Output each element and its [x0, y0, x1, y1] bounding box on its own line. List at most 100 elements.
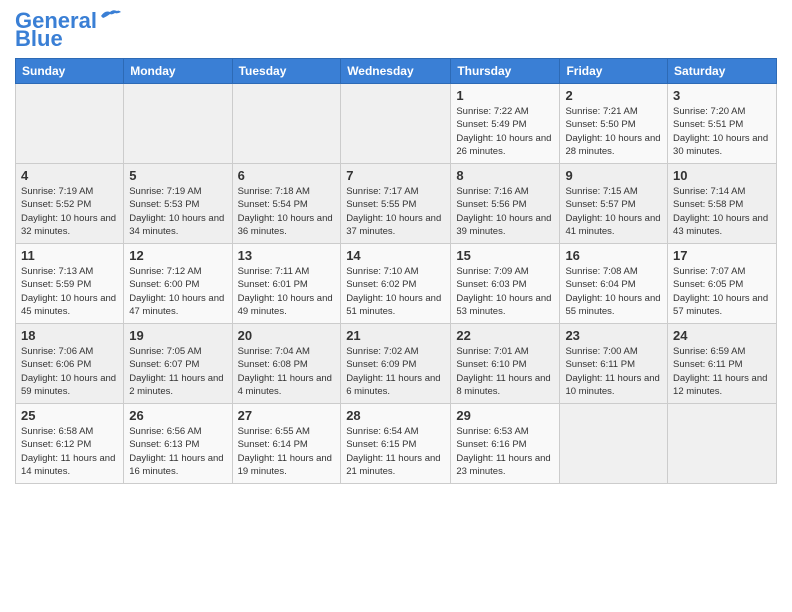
day-number: 22: [456, 328, 554, 343]
calendar-cell: 2 Sunrise: 7:21 AM Sunset: 5:50 PM Daylig…: [560, 84, 668, 164]
calendar-cell: 24Sunrise: 6:59 AM Sunset: 6:11 PM Dayli…: [668, 324, 777, 404]
day-info: Sunrise: 7:05 AM Sunset: 6:07 PM Dayligh…: [129, 345, 226, 398]
calendar-cell: [16, 84, 124, 164]
day-info: Sunrise: 6:55 AM Sunset: 6:14 PM Dayligh…: [238, 425, 336, 478]
day-number: 5: [129, 168, 226, 183]
calendar-cell: 22 Sunrise: 7:01 AM Sunset: 6:10 PM Dayli…: [451, 324, 560, 404]
calendar-cell: 1 Sunrise: 7:22 AM Sunset: 5:49 PM Daylig…: [451, 84, 560, 164]
day-number: 27: [238, 408, 336, 423]
day-info: Sunrise: 7:12 AM Sunset: 6:00 PM Dayligh…: [129, 265, 226, 318]
calendar-cell: 19 Sunrise: 7:05 AM Sunset: 6:07 PM Dayli…: [124, 324, 232, 404]
calendar-table: SundayMondayTuesdayWednesdayThursdayFrid…: [15, 58, 777, 484]
day-number: 12: [129, 248, 226, 263]
calendar-cell: 11 Sunrise: 7:13 AM Sunset: 5:59 PM Dayli…: [16, 244, 124, 324]
day-number: 19: [129, 328, 226, 343]
day-info: Sunrise: 7:09 AM Sunset: 6:03 PM Dayligh…: [456, 265, 554, 318]
calendar-cell: 6 Sunrise: 7:18 AM Sunset: 5:54 PM Daylig…: [232, 164, 341, 244]
logo-blue: Blue: [15, 28, 63, 50]
day-number: 17: [673, 248, 771, 263]
calendar-cell: 5 Sunrise: 7:19 AM Sunset: 5:53 PM Daylig…: [124, 164, 232, 244]
calendar-cell: 15 Sunrise: 7:09 AM Sunset: 6:03 PM Dayli…: [451, 244, 560, 324]
day-info: Sunrise: 7:07 AM Sunset: 6:05 PM Dayligh…: [673, 265, 771, 318]
day-number: 7: [346, 168, 445, 183]
day-number: 2: [565, 88, 662, 103]
dow-header-thursday: Thursday: [451, 59, 560, 84]
day-number: 10: [673, 168, 771, 183]
day-info: Sunrise: 7:19 AM Sunset: 5:53 PM Dayligh…: [129, 185, 226, 238]
calendar-cell: 28 Sunrise: 6:54 AM Sunset: 6:15 PM Dayli…: [341, 404, 451, 484]
day-info: Sunrise: 7:06 AM Sunset: 6:06 PM Dayligh…: [21, 345, 118, 398]
calendar-cell: 7 Sunrise: 7:17 AM Sunset: 5:55 PM Daylig…: [341, 164, 451, 244]
dow-header-wednesday: Wednesday: [341, 59, 451, 84]
day-number: 25: [21, 408, 118, 423]
calendar-cell: [560, 404, 668, 484]
day-number: 1: [456, 88, 554, 103]
day-info: Sunrise: 7:22 AM Sunset: 5:49 PM Dayligh…: [456, 105, 554, 158]
calendar-cell: 10 Sunrise: 7:14 AM Sunset: 5:58 PM Dayli…: [668, 164, 777, 244]
day-number: 15: [456, 248, 554, 263]
calendar-cell: 25 Sunrise: 6:58 AM Sunset: 6:12 PM Dayli…: [16, 404, 124, 484]
day-number: 28: [346, 408, 445, 423]
day-info: Sunrise: 7:01 AM Sunset: 6:10 PM Dayligh…: [456, 345, 554, 398]
dow-header-monday: Monday: [124, 59, 232, 84]
day-info: Sunrise: 7:14 AM Sunset: 5:58 PM Dayligh…: [673, 185, 771, 238]
calendar-cell: 16 Sunrise: 7:08 AM Sunset: 6:04 PM Dayli…: [560, 244, 668, 324]
day-info: Sunrise: 7:13 AM Sunset: 5:59 PM Dayligh…: [21, 265, 118, 318]
calendar-cell: 21Sunrise: 7:02 AM Sunset: 6:09 PM Dayli…: [341, 324, 451, 404]
day-number: 6: [238, 168, 336, 183]
calendar-cell: 20Sunrise: 7:04 AM Sunset: 6:08 PM Dayli…: [232, 324, 341, 404]
day-number: 23: [565, 328, 662, 343]
calendar-cell: [124, 84, 232, 164]
day-number: 8: [456, 168, 554, 183]
page-header: General Blue: [15, 10, 777, 50]
day-info: Sunrise: 7:17 AM Sunset: 5:55 PM Dayligh…: [346, 185, 445, 238]
calendar-cell: 27 Sunrise: 6:55 AM Sunset: 6:14 PM Dayli…: [232, 404, 341, 484]
logo: General Blue: [15, 10, 121, 50]
day-number: 4: [21, 168, 118, 183]
day-info: Sunrise: 7:20 AM Sunset: 5:51 PM Dayligh…: [673, 105, 771, 158]
day-number: 13: [238, 248, 336, 263]
calendar-cell: 3 Sunrise: 7:20 AM Sunset: 5:51 PM Daylig…: [668, 84, 777, 164]
day-number: 18: [21, 328, 118, 343]
day-info: Sunrise: 6:56 AM Sunset: 6:13 PM Dayligh…: [129, 425, 226, 478]
dow-header-saturday: Saturday: [668, 59, 777, 84]
calendar-cell: [232, 84, 341, 164]
dow-header-friday: Friday: [560, 59, 668, 84]
day-info: Sunrise: 6:54 AM Sunset: 6:15 PM Dayligh…: [346, 425, 445, 478]
calendar-cell: 18 Sunrise: 7:06 AM Sunset: 6:06 PM Dayli…: [16, 324, 124, 404]
day-info: Sunrise: 6:59 AM Sunset: 6:11 PM Dayligh…: [673, 345, 771, 398]
day-number: 21: [346, 328, 445, 343]
logo-bird-icon: [99, 8, 121, 24]
day-number: 3: [673, 88, 771, 103]
day-info: Sunrise: 7:08 AM Sunset: 6:04 PM Dayligh…: [565, 265, 662, 318]
day-info: Sunrise: 7:21 AM Sunset: 5:50 PM Dayligh…: [565, 105, 662, 158]
calendar-cell: 23 Sunrise: 7:00 AM Sunset: 6:11 PM Dayli…: [560, 324, 668, 404]
day-info: Sunrise: 6:53 AM Sunset: 6:16 PM Dayligh…: [456, 425, 554, 478]
calendar-cell: 26 Sunrise: 6:56 AM Sunset: 6:13 PM Dayli…: [124, 404, 232, 484]
calendar-cell: 4 Sunrise: 7:19 AM Sunset: 5:52 PM Daylig…: [16, 164, 124, 244]
calendar-cell: 29 Sunrise: 6:53 AM Sunset: 6:16 PM Dayli…: [451, 404, 560, 484]
day-number: 9: [565, 168, 662, 183]
day-info: Sunrise: 7:10 AM Sunset: 6:02 PM Dayligh…: [346, 265, 445, 318]
day-info: Sunrise: 6:58 AM Sunset: 6:12 PM Dayligh…: [21, 425, 118, 478]
day-info: Sunrise: 7:18 AM Sunset: 5:54 PM Dayligh…: [238, 185, 336, 238]
dow-header-tuesday: Tuesday: [232, 59, 341, 84]
day-number: 29: [456, 408, 554, 423]
calendar-cell: 12 Sunrise: 7:12 AM Sunset: 6:00 PM Dayli…: [124, 244, 232, 324]
calendar-cell: 17 Sunrise: 7:07 AM Sunset: 6:05 PM Dayli…: [668, 244, 777, 324]
day-number: 11: [21, 248, 118, 263]
calendar-cell: 9 Sunrise: 7:15 AM Sunset: 5:57 PM Daylig…: [560, 164, 668, 244]
day-info: Sunrise: 7:00 AM Sunset: 6:11 PM Dayligh…: [565, 345, 662, 398]
calendar-cell: 13Sunrise: 7:11 AM Sunset: 6:01 PM Dayli…: [232, 244, 341, 324]
calendar-cell: 14 Sunrise: 7:10 AM Sunset: 6:02 PM Dayli…: [341, 244, 451, 324]
day-info: Sunrise: 7:19 AM Sunset: 5:52 PM Dayligh…: [21, 185, 118, 238]
day-number: 14: [346, 248, 445, 263]
day-number: 16: [565, 248, 662, 263]
calendar-cell: [668, 404, 777, 484]
day-number: 20: [238, 328, 336, 343]
day-info: Sunrise: 7:15 AM Sunset: 5:57 PM Dayligh…: [565, 185, 662, 238]
day-number: 26: [129, 408, 226, 423]
dow-header-sunday: Sunday: [16, 59, 124, 84]
calendar-cell: 8 Sunrise: 7:16 AM Sunset: 5:56 PM Daylig…: [451, 164, 560, 244]
day-info: Sunrise: 7:16 AM Sunset: 5:56 PM Dayligh…: [456, 185, 554, 238]
